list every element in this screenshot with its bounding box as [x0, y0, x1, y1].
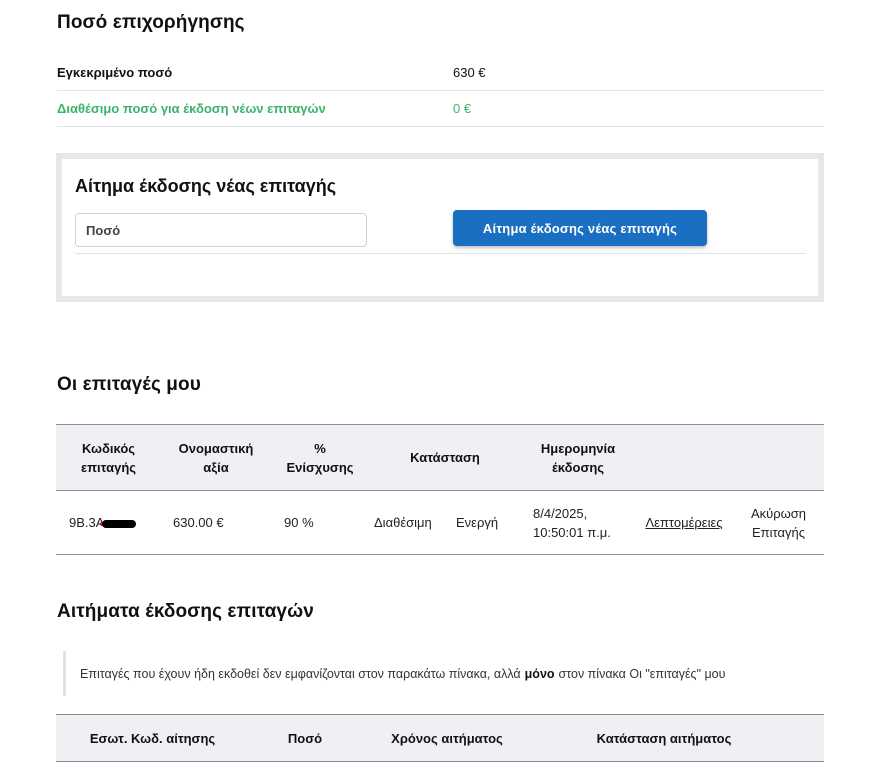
issue-time: 10:50:01 π.μ.: [533, 524, 611, 540]
header-text: Ημερομηνία: [540, 440, 616, 456]
new-check-request-panel: Αίτημα έκδοσης νέας επιταγής Αίτημα έκδο…: [56, 153, 824, 302]
table-header-row: Εσωτ. Κωδ. αίτησης Ποσό Χρόνος αιτήματος…: [56, 714, 824, 762]
details-link[interactable]: Λεπτομέρειες: [635, 491, 733, 555]
approved-amount-label: Εγκεκριμένο ποσό: [57, 65, 173, 80]
header-text: Ενίσχυσης: [286, 459, 354, 475]
header-text: %: [314, 440, 326, 456]
approved-amount-value: 630 €: [453, 65, 486, 80]
issue-date-cell: 8/4/2025, 10:50:01 π.μ.: [521, 491, 635, 555]
my-checks-title: Οι επιταγές μου: [57, 374, 201, 395]
header-text: Κωδικός: [81, 440, 136, 456]
available-amount-row: Διαθέσιμο ποσό για έκδοση νέων επιταγών …: [57, 91, 824, 127]
nominal-value-cell: 630.00 €: [173, 515, 224, 530]
column-header-request-time: Χρόνος αιτήματος: [391, 730, 503, 746]
note-emphasis: μόνο: [524, 666, 555, 681]
column-header-status: Κατάσταση: [369, 425, 521, 491]
column-header-request-status: Κατάσταση αιτήματος: [596, 730, 732, 746]
column-header-code: Κωδικός επιταγής: [56, 425, 161, 491]
note-text: στον πίνακα Οι "επιταγές" μου: [558, 666, 726, 681]
availability-cell: Διαθέσιμη: [374, 515, 432, 530]
column-header-empty: [733, 425, 824, 491]
check-code-prefix: 9B.3A: [69, 515, 105, 530]
column-header-internal-code: Εσωτ. Κωδ. αίτησης: [89, 730, 216, 746]
percent-cell: 90 %: [284, 515, 314, 530]
available-amount-value: 0 €: [453, 101, 472, 116]
cancel-link-text[interactable]: Ακύρωση: [751, 506, 806, 521]
header-text: Ονομαστική: [178, 440, 254, 456]
column-header-empty: [795, 715, 824, 762]
header-text: αξία: [203, 459, 229, 475]
table-row: 9B.3A 630.00 € 90 % Διαθέσιμη Ενεργή 8/4…: [56, 491, 824, 555]
amount-input[interactable]: [75, 213, 367, 247]
header-text: Κατάσταση: [410, 450, 480, 465]
available-amount-label: Διαθέσιμο ποσό για έκδοση νέων επιταγών: [57, 101, 326, 116]
check-requests-title: Αιτήματα έκδοσης επιταγών: [57, 601, 314, 622]
amount-section-title: Ποσό επιχορήγησης: [57, 12, 245, 33]
info-note: Επιταγές που έχουν ήδη εκδοθεί δεν εμφαν…: [63, 651, 824, 696]
issue-date: 8/4/2025,: [533, 505, 588, 521]
column-header-empty: [635, 425, 733, 491]
cancel-link-text[interactable]: Επιταγής: [752, 525, 805, 540]
column-header-nominal: Ονομαστική αξία: [161, 425, 271, 491]
redaction-mark: [102, 519, 137, 528]
check-code-cell: 9B.3A: [56, 491, 161, 555]
cancel-check-link[interactable]: Ακύρωση Επιταγής: [733, 491, 824, 555]
header-text: έκδοσης: [551, 459, 605, 475]
note-text: Επιταγές που έχουν ήδη εκδοθεί δεν εμφαν…: [80, 666, 521, 681]
column-header-date: Ημερομηνία έκδοσης: [521, 425, 635, 491]
new-check-request-title: Αίτημα έκδοσης νέας επιταγής: [75, 176, 337, 196]
check-requests-table: Εσωτ. Κωδ. αίτησης Ποσό Χρόνος αιτήματος…: [56, 714, 824, 762]
state-cell: Ενεργή: [456, 515, 499, 530]
header-text: επιταγής: [80, 459, 137, 475]
request-new-check-button[interactable]: Αίτημα έκδοσης νέας επιταγής: [453, 210, 707, 246]
divider: [75, 253, 806, 254]
column-header-amount: Ποσό: [287, 730, 323, 746]
column-header-percent: % Ενίσχυσης: [271, 425, 369, 491]
table-header-row: Κωδικός επιταγής Ονομαστική αξία % Ενίσχ…: [56, 424, 824, 491]
my-checks-table: Κωδικός επιταγής Ονομαστική αξία % Ενίσχ…: [56, 424, 824, 555]
approved-amount-row: Εγκεκριμένο ποσό 630 €: [57, 55, 824, 91]
